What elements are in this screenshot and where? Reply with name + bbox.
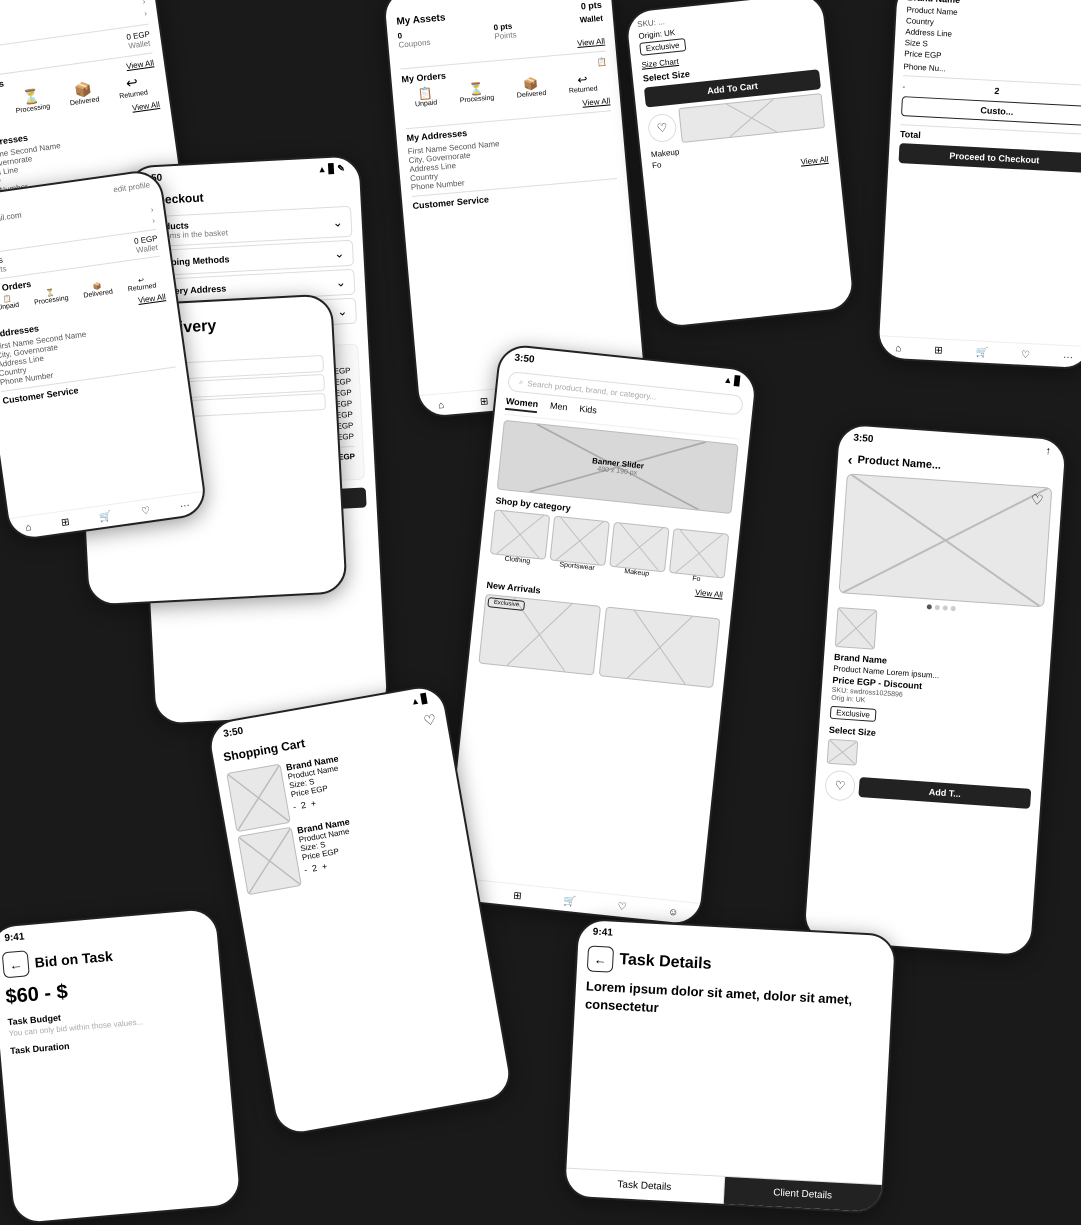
dot-1	[926, 604, 931, 609]
custom-btn-tr[interactable]: Custo...	[901, 96, 1081, 126]
products-chevron	[332, 215, 343, 230]
view-all-link[interactable]: View All	[126, 58, 155, 71]
assets-points: 0 pts	[580, 0, 602, 11]
search-icon-home: ⌕	[518, 377, 524, 387]
phone-bid-task: 9:41 ← Bid on Task $60 - $ Task Budget Y…	[0, 907, 243, 1225]
task-time: 9:41	[593, 927, 614, 939]
battery-icon-checkout: ▊	[328, 164, 335, 175]
pts-lbl-bg: Points	[0, 264, 7, 276]
my-assets-title: My Assets	[396, 12, 446, 27]
coupons-lbl: Coupons	[398, 38, 431, 50]
phone-product-topright: SKU: ... Origin: UK Exclusive Size Chart…	[624, 0, 856, 330]
add-to-cart-btn[interactable]: Add T...	[858, 777, 1031, 809]
cart-time: 3:50	[223, 726, 245, 740]
edit-profile-bg: edit profile	[113, 180, 151, 194]
item1-plus[interactable]: +	[310, 798, 317, 809]
cat-makeup[interactable]: Makeup	[608, 522, 669, 580]
wallet-lbl-bg: Wallet	[135, 243, 160, 255]
view-all-assets[interactable]: View All	[577, 37, 606, 48]
unpaid-2: Unpaid	[415, 99, 438, 108]
bid-title: Bid on Task	[34, 948, 113, 971]
proceed-checkout-btn[interactable]: Proceed to Checkout	[898, 143, 1081, 173]
delivered-2: Delivered	[517, 90, 547, 100]
wishlist-product-icon[interactable]: ♡	[1030, 491, 1044, 509]
orders-icon: 📋	[596, 57, 607, 67]
wifi-cart: ▲	[410, 695, 421, 706]
search-placeholder: Search product, brand, or category...	[527, 379, 657, 402]
delivery-chevron	[335, 275, 346, 290]
payment-chevron	[337, 304, 348, 319]
exclusive-tag-detail: Exclusive	[830, 706, 877, 722]
exclusive-top: Exclusive	[639, 38, 686, 56]
cat-fo[interactable]: Fo	[668, 528, 729, 586]
wishlist-size-btn[interactable]: ♡	[824, 770, 856, 802]
item1-minus[interactable]: -	[292, 802, 297, 812]
my-orders-lbl: My Orders	[401, 71, 446, 85]
dot-2	[934, 605, 939, 610]
bid-time: 9:41	[4, 931, 25, 944]
view-all-bg: View All	[137, 292, 166, 305]
view-all-top[interactable]: View All	[800, 155, 829, 167]
processing-2: Processing	[460, 94, 495, 104]
dot-3	[942, 605, 947, 610]
shipping-chevron	[334, 246, 345, 261]
battery-home: ▊	[734, 376, 742, 388]
item2-qty: 2	[311, 863, 318, 874]
wallet-lbl-2: Wallet	[579, 14, 603, 25]
share-icon-product[interactable]: ↑	[1045, 445, 1051, 457]
cat-sportswear[interactable]: Sportswear	[549, 516, 610, 574]
wifi-icon-checkout: ▲	[317, 164, 326, 175]
tab-kids[interactable]: Kids	[578, 404, 597, 420]
wifi-home: ▲	[723, 375, 733, 387]
cart-title: Shopping Cart	[222, 736, 306, 764]
task-details-title: Task Details	[619, 951, 712, 974]
cat-clothing[interactable]: Clothing	[489, 509, 550, 567]
back-btn-bid[interactable]: ←	[2, 950, 30, 978]
qty-val-tr: 2	[994, 86, 1000, 96]
phone-task-details: 9:41 ← Task Details Lorem ipsum dolor si…	[563, 918, 897, 1214]
back-btn-product[interactable]	[847, 451, 853, 467]
view-all-cat[interactable]: View All	[695, 588, 724, 600]
tab-women[interactable]: Women	[505, 396, 539, 413]
edit-icon-checkout: ✎	[337, 163, 345, 174]
view-all-link-2[interactable]: View All	[132, 100, 161, 113]
heart-cart-header[interactable]: ♡	[422, 711, 437, 730]
task-description: Lorem ipsum dolor sit amet, dolor sit am…	[585, 977, 882, 1029]
tab-men[interactable]: Men	[549, 401, 568, 417]
product-title: Product Name...	[857, 454, 941, 472]
item2-minus[interactable]: -	[303, 865, 308, 875]
product-time: 3:50	[853, 432, 874, 444]
dot-4	[950, 606, 955, 611]
wishlist-top[interactable]: ♡	[647, 112, 678, 143]
wallet-lbl: Wallet	[127, 39, 152, 51]
item1-qty: 2	[300, 800, 307, 811]
points-lbl-2: Points	[494, 30, 517, 41]
qty-minus-tr[interactable]: -	[902, 82, 905, 91]
home-time: 3:50	[514, 353, 535, 366]
back-btn-task[interactable]: ←	[587, 945, 614, 972]
phone-home: 3:50 ▲ ▊ ⌕ Search product, brand, or cat…	[441, 343, 758, 927]
item2-plus[interactable]: +	[321, 861, 328, 872]
unp-bg: Unpaid	[0, 302, 20, 312]
view-all-orders[interactable]: View All	[582, 96, 611, 107]
phone-product-detail: 3:50 ↑ Product Name... ♡ Brand N	[802, 423, 1068, 958]
returned-2: Returned	[569, 85, 598, 94]
phone-product-top-right: Brand Name Product Name Country Address …	[876, 0, 1081, 370]
battery-cart: ▊	[421, 693, 430, 705]
